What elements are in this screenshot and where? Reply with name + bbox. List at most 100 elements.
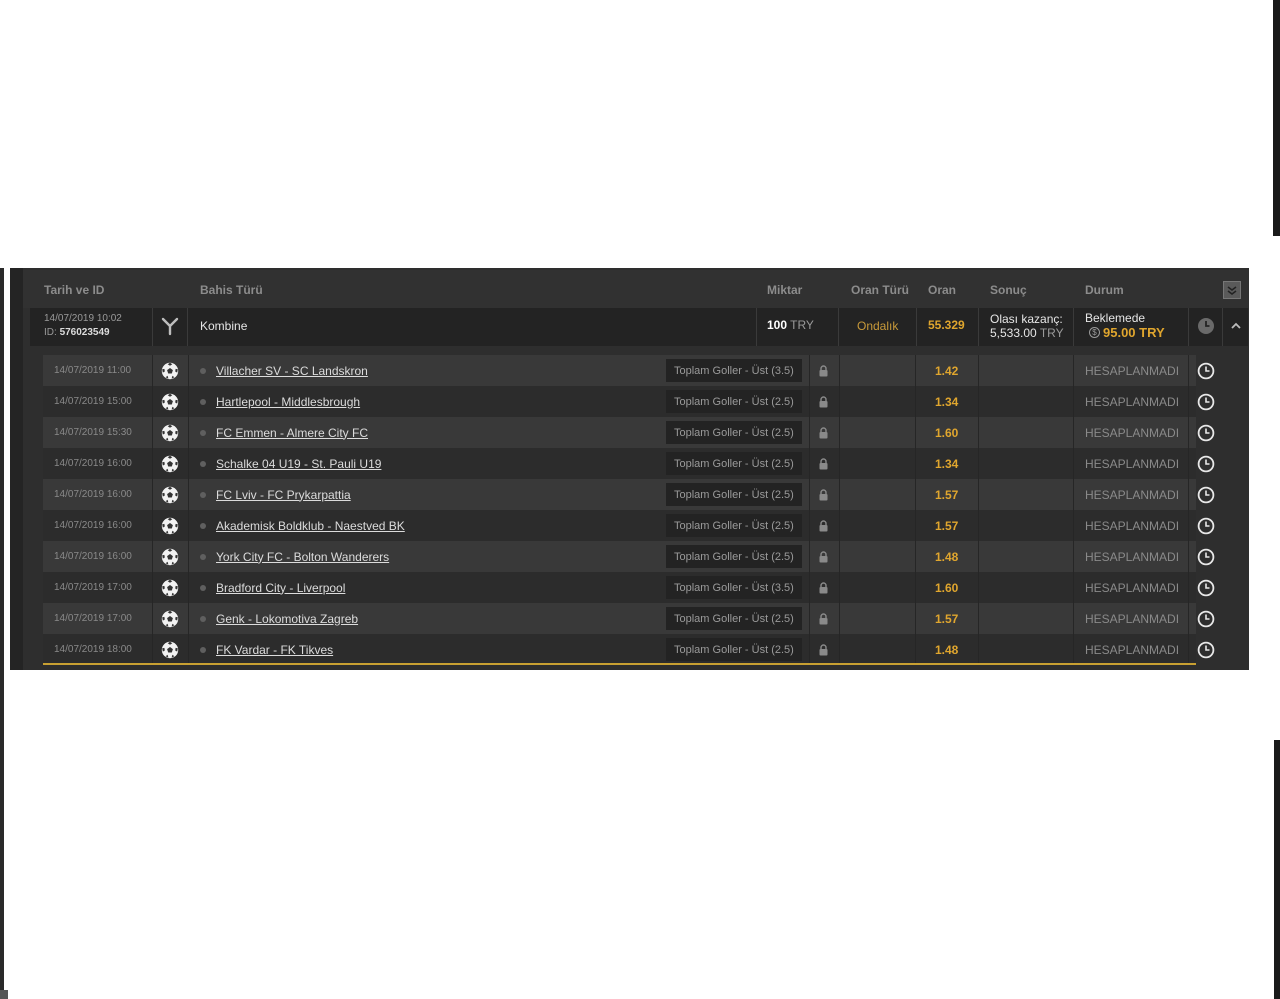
- row-divider: [915, 355, 916, 386]
- selection-date: 14/07/2019 11:00: [54, 365, 132, 376]
- collapse-icon[interactable]: [1223, 281, 1241, 299]
- soccer-ball-icon: [161, 510, 179, 541]
- bet-amount-currency: TRY: [790, 318, 814, 332]
- row-divider: [1073, 448, 1074, 479]
- table-row[interactable]: 14/07/2019 15:00 Hartlepool - Middlesbrou…: [43, 386, 1215, 417]
- selection-status: HESAPLANMADI: [1085, 363, 1180, 378]
- row-divider: [915, 417, 916, 448]
- lock-icon: [818, 634, 829, 665]
- market-badge: Toplam Goller - Üst (2.5): [666, 452, 802, 475]
- bullet-dot: [200, 491, 206, 498]
- row-divider: [809, 541, 810, 572]
- table-row[interactable]: 14/07/2019 17:00 Genk - Lokomotiva Zagreb…: [43, 603, 1215, 634]
- row-divider: [188, 572, 189, 603]
- row-divider: [1073, 386, 1074, 417]
- row-divider: [152, 355, 153, 386]
- row-divider: [839, 448, 840, 479]
- market-badge: Toplam Goller - Üst (2.5): [666, 390, 802, 413]
- summary-divider: [838, 308, 839, 346]
- row-divider: [152, 510, 153, 541]
- row-divider: [188, 355, 189, 386]
- match-link[interactable]: York City FC - Bolton Wanderers: [216, 541, 389, 572]
- bullet-icon: [200, 386, 206, 417]
- row-divider: [1188, 417, 1189, 448]
- table-row[interactable]: 14/07/2019 16:00 York City FC - Bolton Wa…: [43, 541, 1215, 572]
- row-divider: [1073, 417, 1074, 448]
- lock-icon: [818, 603, 829, 634]
- potential-win-currency: TRY: [1039, 326, 1064, 340]
- match-link[interactable]: Villacher SV - SC Landskron: [216, 355, 368, 386]
- bullet-icon: [200, 541, 206, 572]
- table-row[interactable]: 14/07/2019 15:30 FC Emmen - Almere City F…: [43, 417, 1215, 448]
- summary-divider: [916, 308, 917, 346]
- market-badge: Toplam Goller - Üst (2.5): [666, 545, 802, 568]
- cashout-button[interactable]: $95.00 TRY: [1089, 325, 1165, 340]
- window-edge-left: [0, 268, 4, 999]
- cashout-value: 95.00 TRY: [1103, 325, 1165, 340]
- market-badge: Toplam Goller - Üst (2.5): [666, 421, 802, 444]
- row-divider: [978, 634, 979, 665]
- row-divider: [1073, 603, 1074, 634]
- row-divider: [809, 479, 810, 510]
- row-divider: [152, 541, 153, 572]
- row-divider: [915, 603, 916, 634]
- soccer-ball-icon: [161, 479, 179, 510]
- selections-bottom-border: [43, 663, 1196, 665]
- chevron-up-icon[interactable]: [1230, 319, 1242, 331]
- row-divider: [915, 572, 916, 603]
- panel-rail: [10, 268, 23, 670]
- match-link[interactable]: FK Vardar - FK Tikves: [216, 634, 333, 665]
- row-divider: [978, 572, 979, 603]
- window-edge-right-bottom: [1274, 740, 1280, 999]
- table-row[interactable]: 14/07/2019 11:00 Villacher SV - SC Landsk…: [43, 355, 1215, 386]
- selection-status: HESAPLANMADI: [1085, 394, 1180, 409]
- row-divider: [1188, 386, 1189, 417]
- soccer-ball-icon: [161, 355, 179, 386]
- combo-merge-icon: [160, 316, 180, 336]
- match-link[interactable]: Schalke 04 U19 - St. Pauli U19: [216, 448, 381, 479]
- selection-odds: 1.42: [935, 363, 959, 378]
- match-link[interactable]: Genk - Lokomotiva Zagreb: [216, 603, 358, 634]
- row-divider: [809, 634, 810, 665]
- selection-odds: 1.48: [935, 549, 959, 564]
- table-row[interactable]: 14/07/2019 17:00 Bradford City - Liverpoo…: [43, 572, 1215, 603]
- table-row[interactable]: 14/07/2019 16:00 Schalke 04 U19 - St. Pau…: [43, 448, 1215, 479]
- row-divider: [915, 510, 916, 541]
- clock-icon: [1197, 386, 1215, 417]
- lock-icon: [818, 355, 829, 386]
- odds-type: Ondalık: [857, 319, 899, 333]
- row-divider: [915, 386, 916, 417]
- soccer-ball-icon: [161, 386, 179, 417]
- header-bet-type: Bahis Türü: [200, 283, 263, 297]
- bullet-icon: [200, 479, 206, 510]
- selection-date: 14/07/2019 15:00: [54, 396, 132, 407]
- bullet-dot: [200, 615, 206, 622]
- match-link[interactable]: Hartlepool - Middlesbrough: [216, 386, 360, 417]
- selection-date: 14/07/2019 16:00: [54, 520, 132, 531]
- row-divider: [1073, 572, 1074, 603]
- clock-icon: [1197, 634, 1215, 665]
- selection-date: 14/07/2019 16:00: [54, 458, 132, 469]
- row-divider: [839, 417, 840, 448]
- match-link[interactable]: FC Emmen - Almere City FC: [216, 417, 368, 448]
- row-divider: [809, 510, 810, 541]
- table-row[interactable]: 14/07/2019 18:00 FK Vardar - FK Tikves Top…: [43, 634, 1215, 665]
- selection-status: HESAPLANMADI: [1085, 456, 1180, 471]
- table-row[interactable]: 14/07/2019 16:00 Akademisk Boldklub - Nae…: [43, 510, 1215, 541]
- match-link[interactable]: FC Lviv - FC Prykarpattia: [216, 479, 351, 510]
- selection-odds: 1.60: [935, 425, 959, 440]
- summary-divider: [152, 308, 153, 346]
- soccer-ball-icon: [161, 541, 179, 572]
- row-divider: [839, 572, 840, 603]
- clock-icon: [1197, 448, 1215, 479]
- summary-divider: [187, 308, 188, 346]
- match-link[interactable]: Bradford City - Liverpool: [216, 572, 345, 603]
- row-divider: [152, 386, 153, 417]
- selection-odds: 1.48: [935, 642, 959, 657]
- table-row[interactable]: 14/07/2019 16:00 FC Lviv - FC Prykarpatti…: [43, 479, 1215, 510]
- row-divider: [1073, 541, 1074, 572]
- market-badge: Toplam Goller - Üst (2.5): [666, 638, 802, 661]
- bet-amount: 100 TRY: [767, 318, 814, 332]
- match-link[interactable]: Akademisk Boldklub - Naestved BK: [216, 510, 405, 541]
- header-amount: Miktar: [767, 283, 803, 297]
